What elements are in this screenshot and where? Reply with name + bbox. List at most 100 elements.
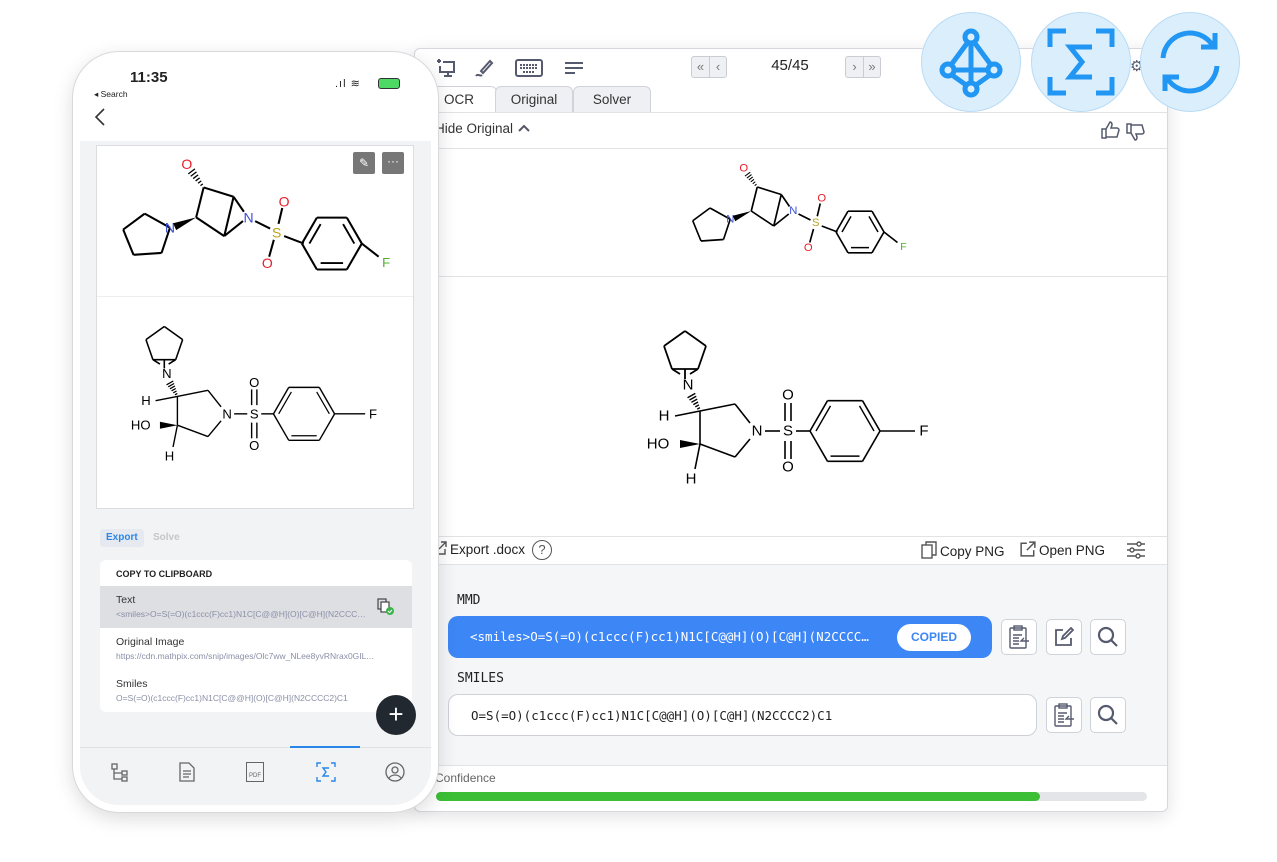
hashed-bond <box>696 407 701 410</box>
oxygen-label: O <box>817 192 826 204</box>
item-title: Smiles <box>116 678 148 690</box>
search-button[interactable] <box>1090 697 1126 733</box>
hashed-bond <box>174 392 178 396</box>
copy-png-button[interactable]: Copy PNG <box>921 541 1005 562</box>
results-panel: MMD <smiles>O=S(=O)(c1ccc(F)cc1)N1C[C@@H… <box>415 565 1167 765</box>
search-icon <box>1097 626 1118 647</box>
paste-clipboard-button[interactable] <box>1001 619 1037 655</box>
open-png-button[interactable]: Open PNG <box>1020 541 1105 560</box>
bond <box>177 424 209 438</box>
clipboard-icon <box>1054 703 1074 727</box>
bond <box>207 420 222 438</box>
bond <box>871 210 885 233</box>
bond <box>203 186 234 198</box>
hashed-bond <box>190 171 197 177</box>
hashed-bond <box>172 390 177 394</box>
pdf-icon[interactable]: PDF <box>246 762 264 782</box>
thumbs-up-icon[interactable] <box>1101 121 1121 144</box>
more-options-button[interactable]: ··· <box>382 152 404 174</box>
document-icon[interactable] <box>178 762 196 787</box>
clipboard-list: COPY TO CLIPBOARD Text <smiles>O=S(=O)(c1… <box>100 560 412 712</box>
edit-button[interactable] <box>1046 619 1082 655</box>
page-counter: 45/45 <box>771 57 809 74</box>
bond <box>283 235 305 245</box>
text-lines-icon[interactable] <box>563 57 589 79</box>
tab-solver[interactable]: Solver <box>573 86 651 112</box>
nitrogen-label: N <box>165 220 175 236</box>
nitrogen-label: N <box>726 213 734 225</box>
hydrogen-label: H <box>686 471 697 488</box>
thumbs-down-icon[interactable] <box>1126 123 1146 146</box>
help-icon[interactable]: ? <box>532 540 552 560</box>
bond <box>858 405 875 432</box>
hydroxyl-label: HO <box>131 418 151 433</box>
bond <box>694 443 701 470</box>
item-value: https://cdn.mathpix.com/snip/images/Olc7… <box>116 651 374 661</box>
clipboard-icon <box>1009 625 1029 649</box>
hide-original-label: Hide Original <box>435 121 514 136</box>
signal-wifi-icon: .ıl ≋ <box>335 78 361 90</box>
tab-solve[interactable]: Solve <box>153 529 180 547</box>
wedge-bond <box>680 440 700 448</box>
sulfur-label: S <box>783 423 793 440</box>
export-docx-button[interactable]: Export .docx <box>433 541 525 558</box>
bond <box>674 410 701 417</box>
oxygen-label: O <box>782 459 794 476</box>
bond <box>145 339 154 360</box>
next-page-button[interactable]: › <box>846 57 863 77</box>
edit-icon <box>1055 627 1074 646</box>
confidence-bar <box>436 792 1147 801</box>
prev-page-button[interactable]: ‹ <box>709 57 726 77</box>
last-page-button[interactable]: » <box>863 57 880 77</box>
handwriting-icon[interactable] <box>473 57 499 79</box>
hashed-bond <box>693 401 699 406</box>
tab-original[interactable]: Original <box>495 86 573 112</box>
hashed-bond <box>200 183 204 187</box>
search-icon <box>1097 704 1118 725</box>
tab-ocr[interactable]: OCR <box>429 86 497 112</box>
oxygen-label: O <box>804 242 813 254</box>
profile-icon[interactable] <box>385 762 405 787</box>
clipboard-item-smiles[interactable]: Smiles O=S(=O)(c1ccc(F)cc1)N1C[C@@H](O)[C… <box>100 670 412 712</box>
sigma-icon[interactable] <box>316 762 336 787</box>
sliders-icon[interactable] <box>1126 541 1146 564</box>
first-page-button[interactable]: « <box>692 57 709 77</box>
phone-mockup: 11:35 ◂ Search .ıl ≋ NONSOOF ✎ ··· N N H HO… <box>73 52 438 812</box>
sulfur-label: S <box>812 217 820 229</box>
bond <box>232 196 245 213</box>
search-button[interactable] <box>1090 619 1126 655</box>
back-chevron-icon[interactable] <box>94 107 106 132</box>
edit-snip-button[interactable]: ✎ <box>353 152 375 174</box>
hydrogen-label: H <box>165 448 174 463</box>
hide-original-toggle[interactable]: Hide Original <box>435 121 531 136</box>
paste-clipboard-button[interactable] <box>1046 697 1082 733</box>
hydrogen-label: H <box>659 408 670 425</box>
rendered-structure: NNHHOHSOOF <box>647 330 929 488</box>
bond <box>122 229 135 256</box>
hashed-bond <box>691 398 698 403</box>
fluorine-label: F <box>369 406 377 421</box>
bottom-nav: PDF <box>80 746 431 805</box>
nitrogen-label: N <box>162 366 171 381</box>
bond <box>345 243 363 271</box>
screenshot-crop-icon[interactable] <box>435 57 461 79</box>
tree-icon[interactable] <box>110 762 130 787</box>
next-nav-group: ›» <box>845 56 881 78</box>
oxygen-label: O <box>782 387 794 404</box>
back-to-search-link[interactable]: ◂ Search <box>94 89 128 100</box>
oxygen-label: O <box>249 375 259 390</box>
add-button[interactable]: + <box>376 695 416 735</box>
clipboard-item-text[interactable]: Text <smiles>O=S(=O)(c1ccc(F)cc1)N1C[C@@H… <box>100 586 412 628</box>
sulfur-label: S <box>272 224 281 240</box>
copied-badge: COPIED <box>897 624 971 651</box>
clipboard-item-original-image[interactable]: Original Image https://cdn.mathpix.com/sn… <box>100 628 412 670</box>
wedge-bond <box>173 217 197 231</box>
bond <box>318 413 336 441</box>
bond <box>361 242 380 258</box>
bond <box>195 216 225 237</box>
tab-export[interactable]: Export <box>100 529 144 547</box>
bond <box>172 425 179 448</box>
smiles-output-field[interactable]: O=S(=O)(c1ccc(F)cc1)N1C[C@@H](O)[C@H](N2… <box>448 694 1037 736</box>
keyboard-icon[interactable] <box>515 57 545 79</box>
bond <box>345 217 363 245</box>
